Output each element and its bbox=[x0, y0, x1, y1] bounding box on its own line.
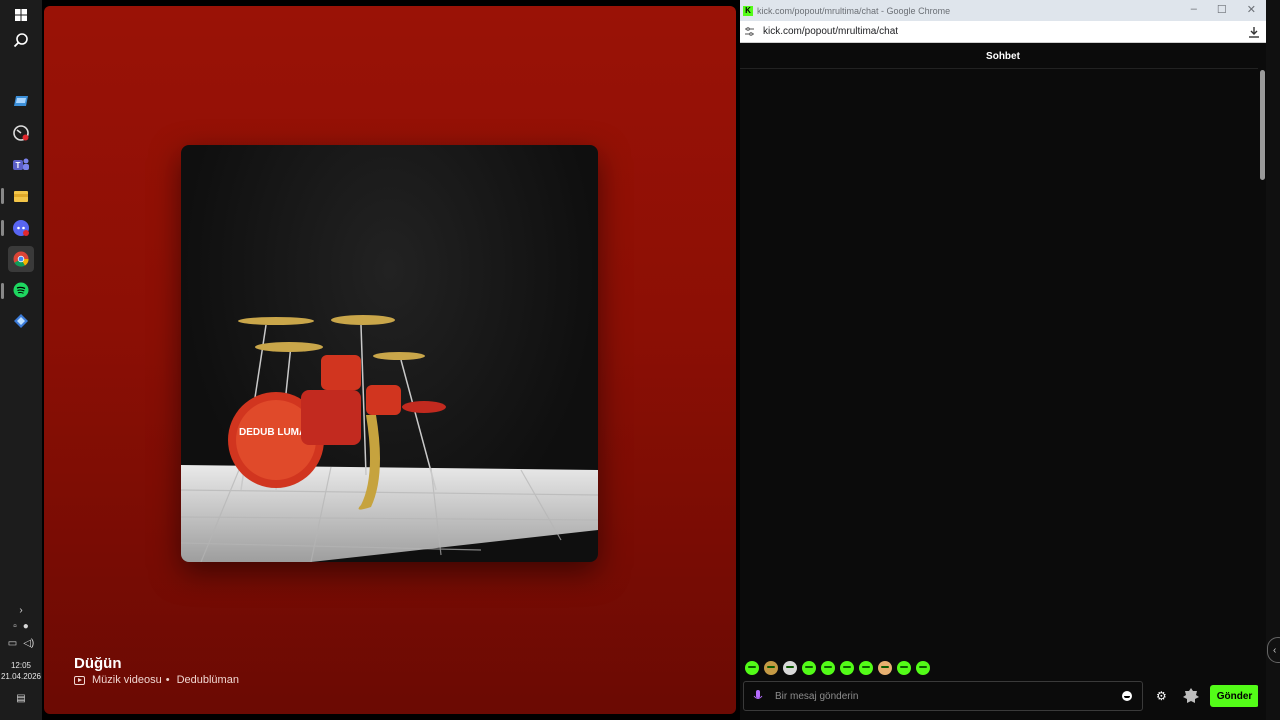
url-text[interactable]: kick.com/popout/mrultima/chat bbox=[763, 26, 898, 37]
rewards-badge-icon[interactable] bbox=[1183, 688, 1199, 704]
window-controls: – ☐ ✕ bbox=[1191, 3, 1256, 16]
chat-settings-gear-icon[interactable]: ⚙ bbox=[1156, 689, 1167, 703]
music-video-icon bbox=[74, 675, 85, 685]
chat-message-input[interactable]: Bir mesaj gönderin bbox=[743, 681, 1143, 711]
chrome-icon[interactable] bbox=[8, 246, 34, 272]
desktop-screen: T › ▫ ● ▭ ◁) 12:05 21.04.2026 ▤ DEDUB LU… bbox=[0, 0, 1280, 720]
svg-text:T: T bbox=[16, 161, 21, 170]
meta-separator: • bbox=[165, 674, 170, 686]
emote-icon[interactable] bbox=[859, 661, 873, 675]
emote-icon[interactable] bbox=[821, 661, 835, 675]
chrome-titlebar[interactable]: K kick.com/popout/mrultima/chat - Google… bbox=[740, 0, 1266, 21]
emoji-picker-icon[interactable] bbox=[1122, 691, 1132, 701]
track-title[interactable]: Düğün bbox=[74, 655, 121, 672]
address-bar[interactable]: kick.com/popout/mrultima/chat bbox=[740, 21, 1266, 43]
close-icon[interactable]: ✕ bbox=[1247, 3, 1256, 16]
notification-center-icon[interactable]: ▤ bbox=[0, 693, 42, 704]
chrome-window: K kick.com/popout/mrultima/chat - Google… bbox=[740, 0, 1266, 720]
tray-icons-row: ▫ ● bbox=[0, 621, 42, 632]
speedometer-app-icon[interactable] bbox=[8, 120, 34, 146]
emote-icon[interactable] bbox=[783, 661, 797, 675]
search-icon[interactable] bbox=[8, 27, 34, 53]
album-cover: DEDUB LUMAN bbox=[181, 145, 598, 562]
app-icon[interactable] bbox=[8, 308, 34, 334]
chat-input-placeholder: Bir mesaj gönderin bbox=[775, 690, 859, 702]
minimize-icon[interactable]: – bbox=[1191, 3, 1197, 16]
chat-messages-area[interactable] bbox=[740, 69, 1266, 657]
taskbar: T › ▫ ● ▭ ◁) 12:05 21.04.2026 ▤ bbox=[0, 0, 42, 720]
artist-link[interactable]: Dedublüman bbox=[177, 674, 239, 686]
volume-icon[interactable]: ◁) bbox=[23, 638, 34, 649]
site-settings-icon[interactable] bbox=[745, 27, 754, 36]
discord-icon[interactable] bbox=[8, 215, 34, 241]
taskbar-active-indicator bbox=[1, 188, 4, 204]
side-panel-toggle-icon[interactable]: ‹ bbox=[1267, 637, 1280, 663]
download-icon[interactable] bbox=[1248, 26, 1260, 38]
maximize-icon[interactable]: ☐ bbox=[1217, 3, 1227, 16]
clock-date: 21.04.2026 bbox=[0, 672, 42, 681]
microphone-icon[interactable]: ● bbox=[23, 621, 29, 632]
track-type-label: Müzik videosu bbox=[92, 674, 162, 686]
windows-start-icon[interactable] bbox=[8, 2, 34, 28]
chat-input-row: Bir mesaj gönderin ⚙ Gönder bbox=[743, 681, 1263, 711]
tray-icons-row-2: ▭ ◁) bbox=[0, 638, 42, 649]
window-title: kick.com/popout/mrultima/chat - Google C… bbox=[757, 5, 951, 16]
spotify-now-playing-view: DEDUB LUMAN Düğün Müzik videosu • Dedubl… bbox=[44, 6, 736, 714]
emote-icon[interactable] bbox=[840, 661, 854, 675]
emote-icon[interactable] bbox=[802, 661, 816, 675]
emote-icon[interactable] bbox=[745, 661, 759, 675]
tray-expand-chevron-icon[interactable]: › bbox=[0, 605, 42, 616]
file-explorer-icon[interactable] bbox=[8, 183, 34, 209]
scrollbar-thumb[interactable] bbox=[1260, 70, 1265, 180]
spotify-icon[interactable] bbox=[8, 277, 34, 303]
send-message-button[interactable]: Gönder bbox=[1210, 685, 1259, 707]
chat-header: Sohbet bbox=[740, 44, 1266, 69]
chat-scrollbar[interactable] bbox=[1258, 60, 1266, 720]
kick-favicon-icon: K bbox=[743, 5, 753, 16]
drum-kit-image: DEDUB LUMAN bbox=[181, 315, 598, 562]
taskbar-active-indicator bbox=[1, 283, 4, 299]
teams-app-icon[interactable]: T bbox=[8, 151, 34, 177]
taskbar-clock[interactable]: 12:05 21.04.2026 bbox=[0, 660, 42, 682]
taskbar-active-indicator bbox=[1, 220, 4, 236]
right-edge-strip bbox=[1266, 0, 1280, 720]
emote-icon[interactable] bbox=[916, 661, 930, 675]
track-meta: Müzik videosu • Dedublüman bbox=[74, 674, 239, 686]
emote-icon[interactable] bbox=[897, 661, 911, 675]
emote-icon[interactable] bbox=[764, 661, 778, 675]
keyboard-icon[interactable]: ▫ bbox=[13, 621, 17, 632]
network-icon[interactable]: ▭ bbox=[8, 638, 17, 649]
emote-icon[interactable] bbox=[878, 661, 892, 675]
sandbox-app-icon[interactable] bbox=[8, 88, 34, 114]
microphone-icon[interactable] bbox=[753, 690, 763, 702]
clock-time: 12:05 bbox=[10, 661, 32, 670]
emote-bar bbox=[745, 661, 930, 675]
